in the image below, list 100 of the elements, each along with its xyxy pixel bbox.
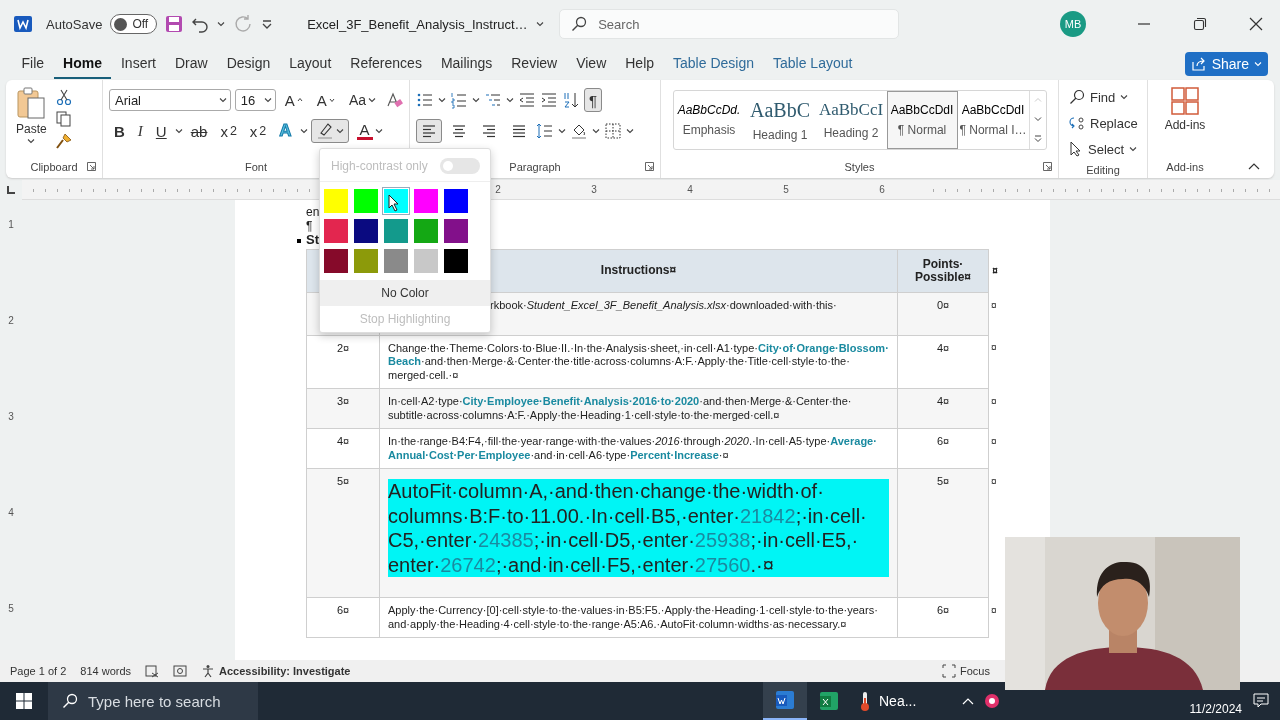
accessibility-icon[interactable] [201,664,216,678]
caret-icon[interactable] [438,97,446,103]
caret-icon[interactable] [506,97,514,103]
style-item[interactable]: AaBbCcI Heading 2 [815,91,887,149]
weather-widget[interactable]: Nea... [879,693,917,709]
color-swatch[interactable] [413,248,439,274]
scroll-down-icon[interactable] [1033,116,1042,122]
caret-icon[interactable] [1129,146,1138,152]
clear-formatting-icon[interactable] [385,91,403,109]
color-swatch[interactable] [323,218,349,244]
increase-indent-icon[interactable] [540,91,558,109]
color-swatch[interactable] [323,248,349,274]
caret-icon[interactable] [27,138,36,144]
more-styles-icon[interactable] [1033,134,1042,143]
word-app-icon[interactable] [774,689,796,711]
thermometer-icon[interactable] [859,690,871,712]
font-family-field[interactable]: Arial [109,89,231,111]
highlight-button[interactable] [310,119,349,143]
taskbar-date[interactable]: 11/2/2024 [1189,702,1242,716]
format-button[interactable]: U [150,119,172,143]
dialog-launcher-icon[interactable] [87,162,96,171]
color-swatch[interactable] [413,218,439,244]
menu-tab[interactable]: View [566,49,616,79]
multilevel-list-icon[interactable] [484,91,502,109]
proofing-icon[interactable] [145,664,160,678]
color-swatch[interactable] [353,218,379,244]
restore-icon[interactable] [1193,17,1207,31]
sort-icon[interactable] [562,91,580,109]
search-field[interactable]: Search [559,9,900,39]
dialog-launcher-icon[interactable] [1043,162,1052,171]
caret-icon[interactable] [535,21,544,27]
menu-tab[interactable]: File [12,49,54,79]
caret-icon[interactable] [217,21,226,27]
color-swatch[interactable] [323,188,349,214]
color-swatch[interactable] [353,188,379,214]
color-swatch[interactable] [443,218,469,244]
save-icon[interactable] [165,15,184,33]
change-case-button[interactable]: Aa [343,88,381,112]
menu-tab[interactable]: Help [615,49,664,79]
format-painter-icon[interactable] [54,132,73,150]
format-button[interactable]: ab [185,119,213,143]
menu-tab[interactable]: References [340,49,432,79]
caret-icon[interactable] [626,128,634,134]
copy-icon[interactable] [54,110,73,128]
word-count[interactable]: 814 words [80,665,132,677]
tab-stop-icon[interactable] [6,185,16,195]
close-icon[interactable] [1249,17,1263,31]
user-avatar[interactable]: MB [1060,11,1086,37]
replace-button[interactable]: Replace [1065,110,1141,136]
add-ins-button[interactable]: Add-ins [1160,84,1210,156]
color-swatch[interactable] [353,248,379,274]
shrink-font-button[interactable]: A [311,88,340,112]
focus-button[interactable]: Focus [960,665,990,677]
caret-icon[interactable] [374,128,383,134]
excel-app-icon[interactable] [818,690,840,712]
customize-icon[interactable] [261,18,274,30]
caret-icon[interactable] [299,128,308,134]
collapse-ribbon-icon[interactable] [1248,162,1260,170]
font-color-button[interactable]: A [351,119,388,143]
color-swatch[interactable] [383,248,409,274]
caret-icon[interactable] [472,97,480,103]
caret-icon[interactable] [335,128,344,134]
share-button[interactable]: Share [1184,52,1268,76]
menu-tab[interactable]: Insert [111,49,166,79]
color-swatch[interactable] [443,248,469,274]
style-item[interactable]: AaBbCcDd. Emphasis [673,91,745,149]
menu-tab[interactable]: Design [217,49,280,79]
bullet-list-icon[interactable] [416,91,434,109]
shading-icon[interactable] [570,122,588,140]
show-marks-button[interactable]: ¶ [584,88,603,112]
caret-icon[interactable] [218,97,227,103]
align-button[interactable] [416,119,442,143]
caret-icon[interactable] [368,97,376,103]
notification-icon[interactable] [1252,692,1270,710]
dialog-launcher-icon[interactable] [645,162,654,171]
style-item[interactable]: AaBbCcDdI ¶ Normal [886,91,958,149]
menu-tab[interactable]: Review [501,49,567,79]
caret-icon[interactable] [263,97,272,103]
macro-icon[interactable] [173,664,188,678]
caret-icon[interactable] [174,128,183,134]
record-icon[interactable] [983,693,1000,709]
decrease-indent-icon[interactable] [518,91,536,109]
caret-icon[interactable] [1120,94,1129,100]
cut-icon[interactable] [54,88,73,106]
grow-font-button[interactable]: A [279,88,308,112]
menu-tab[interactable]: Mailings [431,49,502,79]
caret-icon[interactable] [592,128,600,134]
find-button[interactable]: Find [1065,84,1141,110]
windows-start-icon[interactable] [15,692,33,710]
numbered-list-icon[interactable] [450,91,468,109]
accessibility-status[interactable]: Accessibility: Investigate [219,665,351,677]
format-button[interactable]: I [132,119,148,143]
font-size-field[interactable]: 16 [234,89,276,111]
no-color-item[interactable]: No Color [320,280,490,306]
menu-tab[interactable]: Draw [165,49,218,79]
menu-tab[interactable]: Table Design [663,49,764,79]
format-button[interactable]: B [109,119,130,143]
caret-icon[interactable] [558,128,566,134]
borders-icon[interactable] [604,122,622,140]
color-swatch[interactable] [443,188,469,214]
